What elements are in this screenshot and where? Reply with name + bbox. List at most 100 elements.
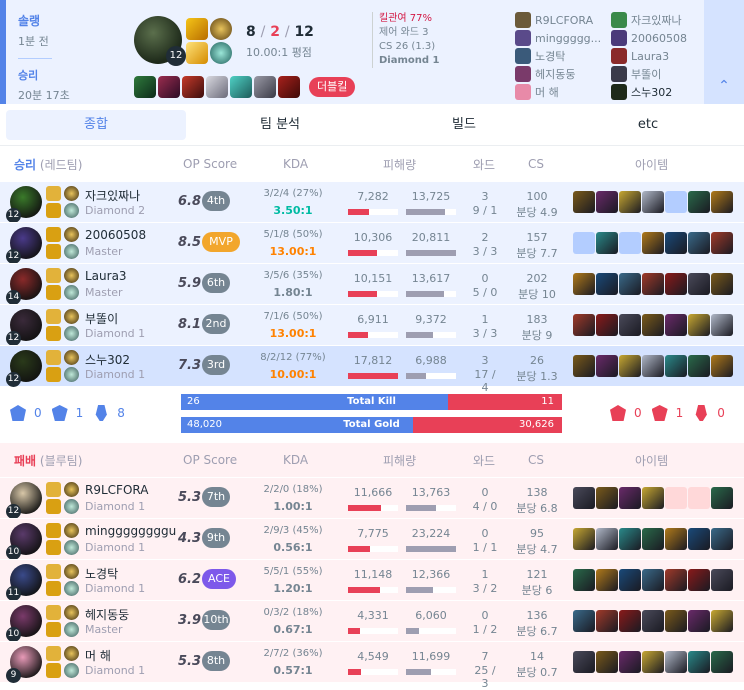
ignite-spell-icon[interactable] [186, 42, 208, 64]
spell-icon[interactable] [46, 186, 61, 201]
item-icon[interactable] [642, 569, 664, 591]
spell-icon[interactable] [46, 523, 61, 538]
participant[interactable]: 자크있짜나 [611, 11, 705, 29]
tab-team-analysis[interactable]: 팀 분석 [190, 110, 370, 140]
participant-name[interactable]: Laura3 [631, 50, 669, 63]
item-icon[interactable] [573, 273, 595, 295]
item-icon[interactable] [254, 76, 276, 98]
spell-icon[interactable] [46, 203, 61, 218]
item-icon[interactable] [688, 610, 710, 632]
item-icon[interactable] [596, 569, 618, 591]
rune-icon[interactable] [64, 605, 79, 620]
item-icon[interactable] [642, 487, 664, 509]
item-icon[interactable] [596, 651, 618, 673]
item-icon[interactable] [158, 76, 180, 98]
rune-icon[interactable] [64, 203, 79, 218]
item-icon[interactable] [642, 651, 664, 673]
item-icon[interactable] [665, 528, 687, 550]
summoner-name[interactable]: 노경탁 [85, 565, 118, 582]
spell-icon[interactable] [46, 227, 61, 242]
item-icon[interactable] [619, 355, 641, 377]
participant-name[interactable]: 머 해 [535, 84, 559, 100]
rune-icon[interactable] [64, 309, 79, 324]
item-icon[interactable] [642, 273, 664, 295]
item-icon[interactable] [711, 191, 733, 213]
rune-icon[interactable] [64, 499, 79, 514]
participant-name[interactable]: 20060508 [631, 32, 687, 45]
item-icon[interactable] [642, 355, 664, 377]
item-icon[interactable] [573, 487, 595, 509]
spell-icon[interactable] [46, 605, 61, 620]
item-icon[interactable] [665, 569, 687, 591]
item-icon[interactable] [711, 355, 733, 377]
rune-icon[interactable] [64, 186, 79, 201]
rune-icon[interactable] [64, 581, 79, 596]
item-icon[interactable] [596, 610, 618, 632]
item-icon[interactable] [688, 273, 710, 295]
spell-icon[interactable] [46, 244, 61, 259]
participant[interactable]: 머 해 [515, 83, 609, 101]
summoner-name[interactable]: Laura3 [85, 269, 127, 283]
primary-rune-icon[interactable] [210, 18, 232, 40]
item-icon[interactable] [711, 232, 733, 254]
spell-icon[interactable] [46, 285, 61, 300]
rune-icon[interactable] [64, 482, 79, 497]
item-icon[interactable] [642, 314, 664, 336]
item-icon[interactable] [711, 314, 733, 336]
spell-icon[interactable] [46, 326, 61, 341]
rune-icon[interactable] [64, 268, 79, 283]
item-icon[interactable] [573, 528, 595, 550]
item-icon[interactable] [642, 191, 664, 213]
summoner-name[interactable]: 스누302 [85, 351, 130, 368]
item-icon[interactable] [596, 487, 618, 509]
item-icon[interactable] [711, 569, 733, 591]
item-icon[interactable] [711, 487, 733, 509]
item-icon[interactable] [688, 569, 710, 591]
item-icon[interactable] [619, 528, 641, 550]
rune-icon[interactable] [64, 646, 79, 661]
item-icon[interactable] [134, 76, 156, 98]
item-icon[interactable] [688, 528, 710, 550]
rune-icon[interactable] [64, 244, 79, 259]
player-row[interactable]: 10 헤지동둥 Master 3.9 10th 0/3/2 (18%) 0.67:1 4,33… [0, 600, 744, 642]
rune-icon[interactable] [64, 326, 79, 341]
item-icon[interactable] [642, 610, 664, 632]
item-icon[interactable] [688, 651, 710, 673]
player-row[interactable]: 12 20060508 Master 8.5 MVP 5/1/8 (50%) 13.00:1… [0, 222, 744, 264]
item-icon[interactable] [573, 355, 595, 377]
item-icon[interactable] [596, 191, 618, 213]
item-icon[interactable] [619, 610, 641, 632]
item-icon[interactable] [665, 355, 687, 377]
participant-name[interactable]: R9LCFORA [535, 14, 593, 27]
item-icon[interactable] [665, 651, 687, 673]
collapse-button[interactable]: ⌃ [704, 0, 744, 104]
spell-icon[interactable] [46, 540, 61, 555]
item-icon[interactable] [619, 651, 641, 673]
participant-name[interactable]: 헤지동둥 [535, 66, 575, 82]
item-icon[interactable] [619, 314, 641, 336]
summoner-name[interactable]: minggggggggu [85, 524, 176, 538]
item-icon[interactable] [573, 569, 595, 591]
spell-icon[interactable] [46, 268, 61, 283]
item-icon[interactable] [665, 487, 687, 509]
item-icon[interactable] [596, 355, 618, 377]
item-icon[interactable] [619, 232, 641, 254]
item-icon[interactable] [688, 191, 710, 213]
rune-icon[interactable] [64, 663, 79, 678]
spell-icon[interactable] [46, 482, 61, 497]
item-icon[interactable] [711, 528, 733, 550]
rune-icon[interactable] [64, 285, 79, 300]
item-icon[interactable] [688, 314, 710, 336]
participant-name[interactable]: 부똘이 [631, 66, 661, 82]
secondary-rune-icon[interactable] [210, 42, 232, 64]
item-icon[interactable] [711, 651, 733, 673]
item-icon[interactable] [711, 273, 733, 295]
spell-icon[interactable] [46, 663, 61, 678]
item-icon[interactable] [665, 273, 687, 295]
item-icon[interactable] [230, 76, 252, 98]
player-row[interactable]: 12 R9LCFORA Diamond 1 5.3 7th 2/2/0 (18%) 1.00… [0, 477, 744, 519]
player-row[interactable]: 11 노경탁 Diamond 1 6.2 ACE 5/5/1 (55%) 1.20:1 11,… [0, 559, 744, 601]
participant[interactable]: minggggg... [515, 29, 609, 47]
participant[interactable]: 부똘이 [611, 65, 705, 83]
participant-name[interactable]: 스누302 [631, 84, 672, 100]
